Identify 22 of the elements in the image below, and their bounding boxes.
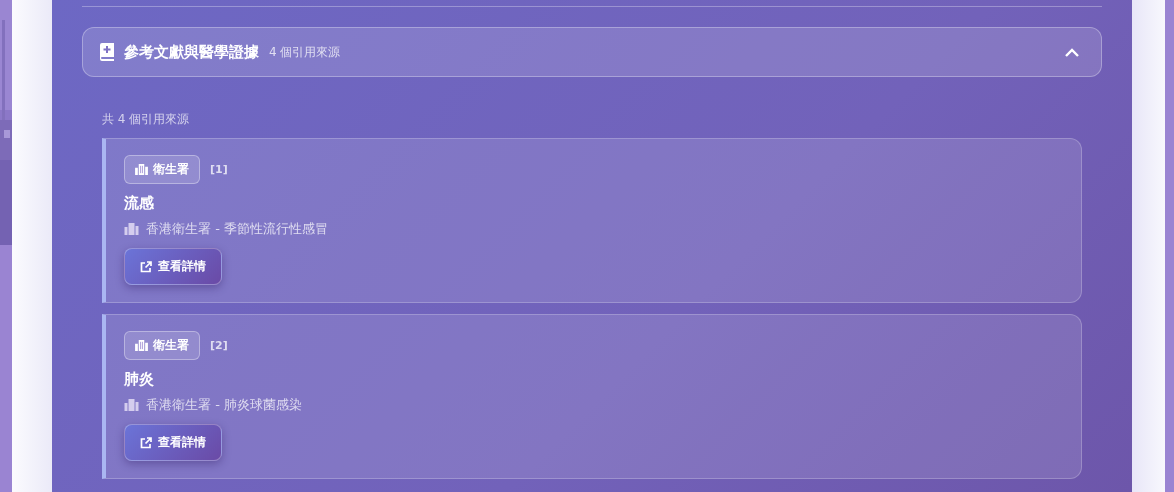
building-icon — [135, 164, 148, 175]
section-title: 參考文獻與醫學證據 — [124, 42, 259, 62]
publisher-text: 香港衛生署 - 肺炎球菌感染 — [146, 396, 302, 414]
summary-text: 共 4 個引用來源 — [102, 111, 191, 128]
building-icon — [124, 223, 139, 235]
publisher-text: 香港衛生署 - 季節性流行性感冒 — [146, 220, 328, 238]
book-plus-icon — [98, 43, 116, 61]
external-link-icon — [140, 436, 152, 449]
view-details-button[interactable]: 查看詳情 — [124, 424, 222, 461]
reference-title: 流感 — [124, 194, 154, 213]
view-details-button[interactable]: 查看詳情 — [124, 248, 222, 285]
tag-label: 衛生署 — [153, 337, 189, 354]
building-icon — [124, 399, 139, 411]
references-header[interactable]: 參考文獻與醫學證據 4 個引用來源 — [82, 27, 1102, 77]
reference-index: [1] — [210, 163, 228, 176]
source-count: 4 個引用來源 — [269, 43, 341, 61]
reference-title: 肺炎 — [124, 370, 154, 389]
reference-index: [2] — [210, 339, 228, 352]
external-link-icon — [140, 260, 152, 273]
building-icon — [135, 340, 148, 351]
chevron-icon[interactable] — [1065, 47, 1079, 57]
tag-label: 衛生署 — [153, 161, 189, 178]
